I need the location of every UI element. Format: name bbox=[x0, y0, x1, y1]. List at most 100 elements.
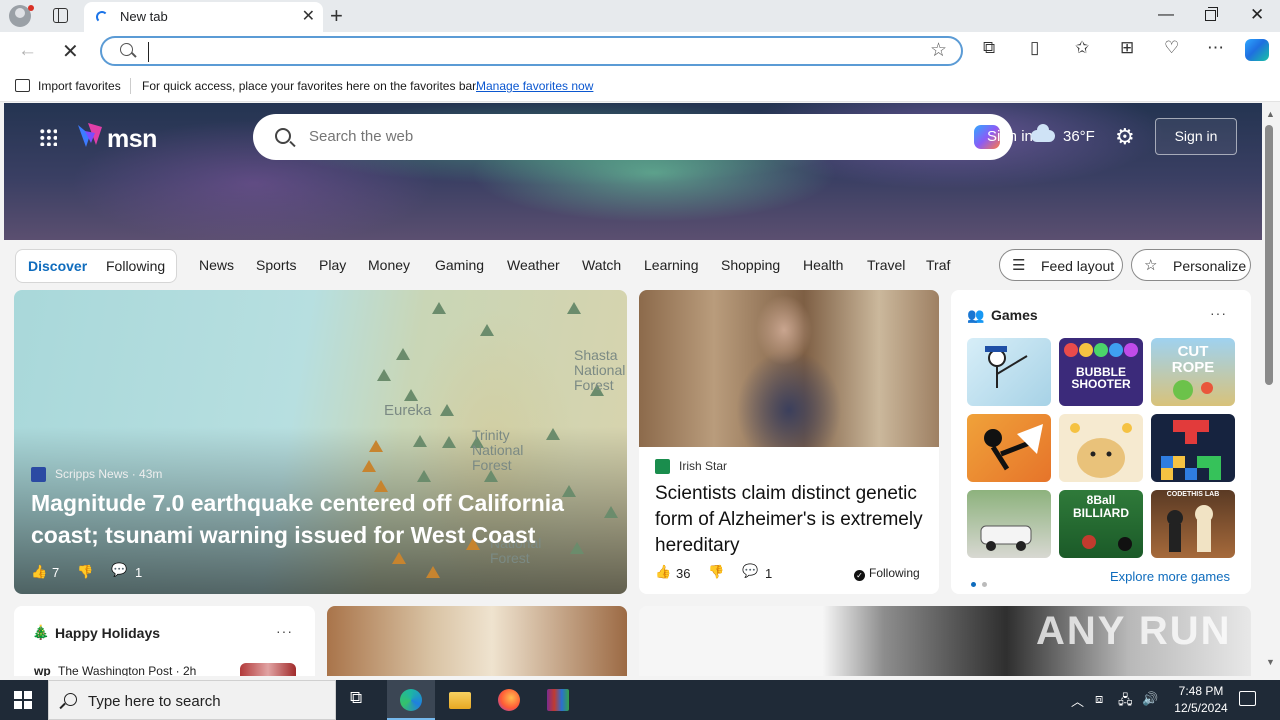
carousel-dot[interactable] bbox=[982, 582, 987, 587]
back-arrow-icon[interactable]: ← bbox=[18, 40, 37, 62]
more-menu-icon[interactable]: ⋯ bbox=[1207, 38, 1224, 58]
scroll-up-arrow-icon[interactable]: ▲ bbox=[1266, 109, 1275, 119]
game-tile-bubble-shooter[interactable]: BUBBLE SHOOTER bbox=[1059, 338, 1143, 406]
category-shopping[interactable]: Shopping bbox=[721, 257, 780, 273]
dislike-icon[interactable]: 👎 bbox=[77, 564, 93, 580]
game-tile-rally[interactable] bbox=[967, 490, 1051, 558]
hero-story-card[interactable]: Eureka Shasta National Forest Trinity Na… bbox=[14, 290, 627, 594]
game-tile-cut-the-rope[interactable]: CUT ROPE bbox=[1151, 338, 1235, 406]
category-watch[interactable]: Watch bbox=[582, 257, 621, 273]
cloud-weather-icon[interactable] bbox=[1031, 124, 1055, 142]
notification-center-icon[interactable] bbox=[1239, 691, 1256, 706]
category-sports[interactable]: Sports bbox=[256, 257, 296, 273]
stop-loading-icon[interactable]: ✕ bbox=[62, 39, 79, 64]
import-favorites-icon[interactable] bbox=[15, 79, 30, 92]
explore-more-games-link[interactable]: Explore more games bbox=[1110, 569, 1230, 584]
signin-button[interactable]: Sign in bbox=[1155, 118, 1237, 155]
story-image[interactable] bbox=[639, 290, 939, 447]
network-icon[interactable]: 🖧 bbox=[1118, 691, 1133, 713]
map-label-shasta: Shasta National Forest bbox=[574, 347, 626, 393]
comment-icon[interactable]: 💬 bbox=[742, 563, 758, 579]
hero-story-title[interactable]: Magnitude 7.0 earthquake centered off Ca… bbox=[31, 487, 601, 551]
collections-icon[interactable]: ⊞ bbox=[1120, 38, 1134, 58]
tab-new-tab[interactable]: New tab ✕ bbox=[84, 2, 323, 32]
game-tile-thief-puzzle[interactable] bbox=[967, 338, 1051, 406]
more-options-icon[interactable]: ··· bbox=[276, 623, 293, 639]
manage-favorites-link[interactable]: Manage favorites now bbox=[476, 79, 593, 93]
import-favorites-button[interactable]: Import favorites bbox=[38, 79, 121, 93]
search-icon bbox=[275, 128, 291, 144]
category-gaming[interactable]: Gaming bbox=[435, 257, 484, 273]
story-image-card[interactable] bbox=[327, 606, 627, 676]
taskbar-search-box[interactable]: Type here to search bbox=[48, 680, 336, 720]
personalize-button[interactable]: ☆ Personalize bbox=[1131, 249, 1251, 281]
category-traffic[interactable]: Traf bbox=[926, 257, 950, 273]
firefox-button[interactable] bbox=[485, 680, 533, 720]
extensions-icon[interactable]: ⧉ bbox=[983, 38, 995, 58]
holiday-story-source[interactable]: The Washington Post · 2h bbox=[58, 664, 196, 676]
story-card[interactable]: Irish Star Scientists claim distinct gen… bbox=[639, 290, 939, 594]
scroll-thumb[interactable] bbox=[1265, 125, 1273, 385]
map-marker bbox=[480, 324, 494, 336]
msn-search-input[interactable] bbox=[309, 128, 909, 145]
volume-icon[interactable]: 🔊 bbox=[1142, 691, 1158, 707]
window-close-icon[interactable]: ✕ bbox=[1250, 5, 1264, 25]
story-source[interactable]: Irish Star bbox=[679, 459, 727, 473]
holiday-story-thumbnail[interactable] bbox=[240, 663, 296, 676]
split-screen-icon[interactable]: ▯ bbox=[1030, 38, 1039, 58]
page-scrollbar[interactable]: ▲ ▼ bbox=[1262, 103, 1280, 676]
category-travel[interactable]: Travel bbox=[867, 257, 905, 273]
system-clock[interactable]: 7:48 PM 12/5/2024 bbox=[1172, 683, 1230, 717]
tray-overflow-chevron-icon[interactable]: ︿ bbox=[1071, 691, 1084, 710]
game-tile-stickman[interactable] bbox=[967, 414, 1051, 482]
category-money[interactable]: Money bbox=[368, 257, 410, 273]
category-play[interactable]: Play bbox=[319, 257, 346, 273]
om-nom-art bbox=[1173, 380, 1213, 400]
category-learning[interactable]: Learning bbox=[644, 257, 699, 273]
scroll-down-arrow-icon[interactable]: ▼ bbox=[1266, 657, 1275, 667]
copilot-icon[interactable] bbox=[1245, 39, 1269, 61]
app-launcher-icon[interactable] bbox=[39, 128, 57, 146]
tab-close-icon[interactable]: ✕ bbox=[302, 8, 315, 26]
settings-gear-icon[interactable]: ⚙ bbox=[1115, 124, 1135, 150]
hero-story-source[interactable]: Scripps News · 43m bbox=[55, 467, 162, 481]
comment-icon[interactable]: 💬 bbox=[111, 562, 127, 578]
game-tile-doge[interactable] bbox=[1059, 414, 1143, 482]
file-explorer-button[interactable] bbox=[436, 680, 484, 720]
tab-actions-icon[interactable] bbox=[53, 8, 68, 23]
like-icon[interactable]: 👍 bbox=[655, 564, 671, 580]
dislike-icon[interactable]: 👎 bbox=[708, 564, 724, 580]
temperature[interactable]: 36°F bbox=[1063, 128, 1095, 145]
msn-search-box[interactable] bbox=[253, 114, 1013, 160]
carousel-dot-active[interactable] bbox=[971, 582, 976, 587]
game-tile-billiard[interactable]: 8Ball BILLIARD bbox=[1059, 490, 1143, 558]
game-tile-blocks[interactable] bbox=[1151, 414, 1235, 482]
browser-essentials-icon[interactable]: ♡ bbox=[1164, 38, 1179, 58]
irish-star-logo bbox=[655, 459, 670, 474]
winrar-icon bbox=[547, 689, 569, 711]
task-view-button[interactable]: ⧉ bbox=[336, 680, 384, 720]
restore-icon[interactable] bbox=[1205, 7, 1218, 21]
msn-logo-text[interactable]: msn bbox=[107, 125, 157, 154]
category-news[interactable]: News bbox=[199, 257, 234, 273]
tray-app-icon[interactable]: ⧈ bbox=[1095, 691, 1103, 707]
address-bar[interactable]: ☆ bbox=[100, 36, 963, 66]
category-weather[interactable]: Weather bbox=[507, 257, 560, 273]
winrar-button[interactable] bbox=[534, 680, 582, 720]
tab-following[interactable]: Following bbox=[106, 258, 165, 274]
story-title[interactable]: Scientists claim distinct genetic form o… bbox=[655, 481, 925, 559]
edge-taskbar-button[interactable] bbox=[387, 680, 435, 720]
more-options-icon[interactable]: ··· bbox=[1210, 305, 1227, 321]
game-tile-chess[interactable]: CODETHIS LAB bbox=[1151, 490, 1235, 558]
minimize-icon[interactable]: — bbox=[1158, 6, 1174, 24]
windows-start-icon[interactable] bbox=[14, 691, 32, 709]
favorites-icon[interactable]: ✩ bbox=[1075, 38, 1089, 58]
feed-layout-button[interactable]: ☰ Feed layout bbox=[999, 249, 1123, 281]
category-health[interactable]: Health bbox=[803, 257, 843, 273]
like-icon[interactable]: 👍 bbox=[31, 564, 47, 580]
favorite-star-icon[interactable]: ☆ bbox=[930, 39, 947, 62]
tab-discover[interactable]: Discover bbox=[28, 258, 87, 274]
new-tab-plus-icon[interactable]: + bbox=[330, 3, 343, 29]
following-badge[interactable]: ✓ Following bbox=[854, 566, 920, 581]
address-input[interactable] bbox=[148, 42, 908, 62]
